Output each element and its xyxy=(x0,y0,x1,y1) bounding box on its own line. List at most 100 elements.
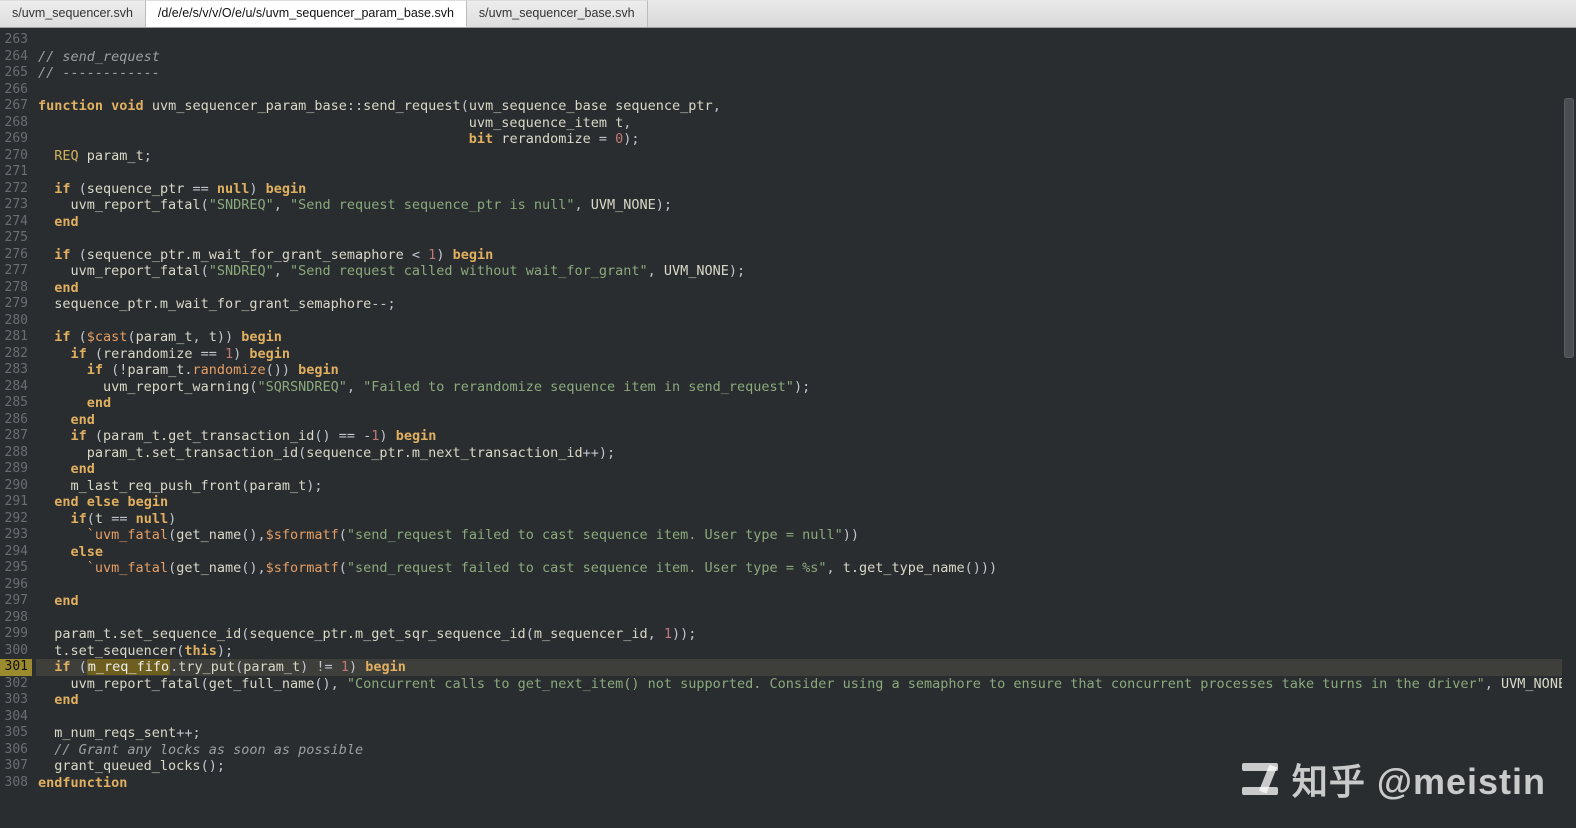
code-line[interactable]: param_t.set_transaction_id(sequence_ptr.… xyxy=(36,445,1576,462)
line-number: 283 xyxy=(0,362,32,379)
code-line[interactable]: // send_request xyxy=(36,49,1576,66)
code-line[interactable]: if (sequence_ptr.m_wait_for_grant_semaph… xyxy=(36,247,1576,264)
code-line[interactable] xyxy=(36,709,1576,726)
line-number: 292 xyxy=(0,511,32,528)
line-number: 294 xyxy=(0,544,32,561)
line-number: 299 xyxy=(0,626,32,643)
line-number: 303 xyxy=(0,692,32,709)
line-number: 304 xyxy=(0,709,32,726)
line-number: 274 xyxy=(0,214,32,231)
code-line[interactable] xyxy=(36,610,1576,627)
code-line[interactable]: bit rerandomize = 0); xyxy=(36,131,1576,148)
line-number: 270 xyxy=(0,148,32,165)
line-number: 285 xyxy=(0,395,32,412)
code-line[interactable]: uvm_report_fatal(get_full_name(), "Concu… xyxy=(36,676,1576,693)
code-line[interactable]: function void uvm_sequencer_param_base::… xyxy=(36,98,1576,115)
line-number: 273 xyxy=(0,197,32,214)
code-line[interactable]: uvm_sequence_item t, xyxy=(36,115,1576,132)
line-number: 282 xyxy=(0,346,32,363)
code-line[interactable]: end else begin xyxy=(36,494,1576,511)
line-number: 302 xyxy=(0,676,32,693)
line-number: 281 xyxy=(0,329,32,346)
line-number: 286 xyxy=(0,412,32,429)
code-line[interactable]: m_num_reqs_sent++; xyxy=(36,725,1576,742)
code-line[interactable]: end xyxy=(36,214,1576,231)
code-line[interactable]: sequence_ptr.m_wait_for_grant_semaphore-… xyxy=(36,296,1576,313)
code-line[interactable]: m_last_req_push_front(param_t); xyxy=(36,478,1576,495)
line-number: 293 xyxy=(0,527,32,544)
code-line[interactable]: uvm_report_fatal("SNDREQ", "Send request… xyxy=(36,263,1576,280)
line-number: 298 xyxy=(0,610,32,627)
line-number: 289 xyxy=(0,461,32,478)
code-line[interactable]: endfunction xyxy=(36,775,1576,792)
tab-sequencer[interactable]: s/uvm_sequencer.svh xyxy=(0,0,146,27)
code-line[interactable]: grant_queued_locks(); xyxy=(36,758,1576,775)
code-line[interactable]: if (m_req_fifo.try_put(param_t) != 1) be… xyxy=(36,659,1576,676)
code-line[interactable]: uvm_report_fatal("SNDREQ", "Send request… xyxy=(36,197,1576,214)
code-line[interactable]: if ($cast(param_t, t)) begin xyxy=(36,329,1576,346)
tab-bar: s/uvm_sequencer.svh /d/e/e/s/v/v/O/e/u/s… xyxy=(0,0,1576,28)
code-line[interactable]: end xyxy=(36,593,1576,610)
code-line[interactable]: param_t.set_sequence_id(sequence_ptr.m_g… xyxy=(36,626,1576,643)
line-number: 279 xyxy=(0,296,32,313)
line-number-gutter: 2632642652662672682692702712722732742752… xyxy=(0,28,32,828)
vertical-scrollbar[interactable] xyxy=(1562,28,1576,828)
code-line[interactable]: if (rerandomize == 1) begin xyxy=(36,346,1576,363)
line-number: 300 xyxy=(0,643,32,660)
code-line[interactable] xyxy=(36,313,1576,330)
line-number: 295 xyxy=(0,560,32,577)
code-line[interactable] xyxy=(36,577,1576,594)
code-line[interactable]: if(t == null) xyxy=(36,511,1576,528)
code-line[interactable]: `uvm_fatal(get_name(),$sformatf("send_re… xyxy=(36,560,1576,577)
code-line[interactable]: end xyxy=(36,692,1576,709)
code-line[interactable] xyxy=(36,32,1576,49)
code-line[interactable]: end xyxy=(36,280,1576,297)
line-number: 306 xyxy=(0,742,32,759)
line-number: 288 xyxy=(0,445,32,462)
line-number: 296 xyxy=(0,577,32,594)
tab-sequencer-base[interactable]: s/uvm_sequencer_base.svh xyxy=(467,0,648,27)
code-line[interactable]: REQ param_t; xyxy=(36,148,1576,165)
code-line[interactable]: if (!param_t.randomize()) begin xyxy=(36,362,1576,379)
code-line[interactable]: // ------------ xyxy=(36,65,1576,82)
code-line[interactable]: else xyxy=(36,544,1576,561)
line-number: 280 xyxy=(0,313,32,330)
line-number: 276 xyxy=(0,247,32,264)
code-editor[interactable]: 2632642652662672682692702712722732742752… xyxy=(0,28,1576,828)
line-number: 301 xyxy=(0,659,32,676)
line-number: 275 xyxy=(0,230,32,247)
code-line[interactable] xyxy=(36,82,1576,99)
scrollbar-thumb[interactable] xyxy=(1564,98,1574,358)
code-line[interactable]: if (sequence_ptr == null) begin xyxy=(36,181,1576,198)
line-number: 284 xyxy=(0,379,32,396)
line-number: 277 xyxy=(0,263,32,280)
line-number: 271 xyxy=(0,164,32,181)
line-number: 307 xyxy=(0,758,32,775)
line-number: 297 xyxy=(0,593,32,610)
code-area[interactable]: // send_request// ------------ function v… xyxy=(36,28,1576,828)
code-line[interactable]: end xyxy=(36,412,1576,429)
code-line[interactable]: end xyxy=(36,461,1576,478)
line-number: 290 xyxy=(0,478,32,495)
line-number: 264 xyxy=(0,49,32,66)
code-line[interactable] xyxy=(36,164,1576,181)
code-line[interactable]: t.set_sequencer(this); xyxy=(36,643,1576,660)
line-number: 287 xyxy=(0,428,32,445)
line-number: 265 xyxy=(0,65,32,82)
tab-label: s/uvm_sequencer_base.svh xyxy=(479,6,635,20)
line-number: 272 xyxy=(0,181,32,198)
code-line[interactable]: end xyxy=(36,395,1576,412)
tab-sequencer-param-base[interactable]: /d/e/e/s/v/v/O/e/u/s/uvm_sequencer_param… xyxy=(146,0,467,27)
line-number: 263 xyxy=(0,32,32,49)
code-line[interactable]: `uvm_fatal(get_name(),$sformatf("send_re… xyxy=(36,527,1576,544)
line-number: 278 xyxy=(0,280,32,297)
tab-label: /d/e/e/s/v/v/O/e/u/s/uvm_sequencer_param… xyxy=(158,6,454,20)
code-line[interactable]: if (param_t.get_transaction_id() == -1) … xyxy=(36,428,1576,445)
line-number: 291 xyxy=(0,494,32,511)
code-line[interactable]: // Grant any locks as soon as possible xyxy=(36,742,1576,759)
code-line[interactable]: uvm_report_warning("SQRSNDREQ", "Failed … xyxy=(36,379,1576,396)
line-number: 305 xyxy=(0,725,32,742)
line-number: 269 xyxy=(0,131,32,148)
line-number: 267 xyxy=(0,98,32,115)
code-line[interactable] xyxy=(36,230,1576,247)
